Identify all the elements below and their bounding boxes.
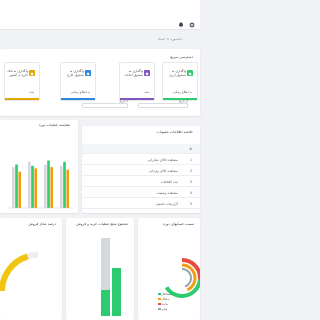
link-icon: ◆ xyxy=(29,70,35,76)
quick-item[interactable]: ◆ واگذاری به صندوق امانات ثبت xyxy=(119,62,155,101)
quick-item[interactable]: ◆ واگذاری به صندوق ارزی به اطلاع رسانی xyxy=(162,62,198,101)
link-icon: ◆ xyxy=(85,70,91,76)
quick-access-title: دسترسی سریع xyxy=(170,55,193,59)
list-item[interactable]: 4 مشاهده وضعیت xyxy=(82,188,200,198)
donut-card: نسبت حسابهای دوره بستانکار بدهکار مانده … xyxy=(138,218,200,320)
list-item[interactable]: 2 مشاهده کالای وارداتی xyxy=(82,166,200,176)
chart-bar xyxy=(44,164,47,208)
breadcrumb[interactable]: داشبورد > اسناد xyxy=(158,37,182,41)
quick-item[interactable]: ◆ واگذاری به صندوق خارج به اطلاع رسانی xyxy=(60,62,96,101)
list-item[interactable]: 1 مشاهده کالای صادراتی xyxy=(82,155,200,165)
report-list-card: خلاصه اطلاعات مصوبات # 1 مشاهده کالای صا… xyxy=(82,126,200,213)
legend-item: بدهکار xyxy=(158,297,170,301)
chart-bar xyxy=(31,165,34,208)
legend-item: سایر xyxy=(158,307,167,311)
list-header: # xyxy=(82,144,200,154)
list-item[interactable]: 3 ثبت اطلاعات xyxy=(82,177,200,187)
top-bar xyxy=(0,0,200,30)
legend-item: بستانکار xyxy=(158,292,172,296)
link-icon: ◆ xyxy=(144,70,150,76)
chart-bar xyxy=(47,160,50,208)
bell-icon[interactable] xyxy=(178,22,184,28)
chart-bar xyxy=(63,161,66,208)
settings-icon[interactable] xyxy=(189,22,195,28)
chart-bar xyxy=(34,168,37,208)
chart-bar xyxy=(15,164,18,208)
chart-bar xyxy=(66,169,69,208)
bar-green xyxy=(112,268,121,316)
chart-bar xyxy=(28,161,31,208)
gauge-card: درصد مجاز فروش xyxy=(0,218,62,320)
chart-bar xyxy=(60,165,63,208)
from-date-input[interactable] xyxy=(138,103,188,108)
chart-bar xyxy=(50,167,53,208)
comparison-chart xyxy=(8,160,74,209)
list-item[interactable]: 5 گزارشات تکمیلی xyxy=(82,199,200,209)
chart-bar xyxy=(18,171,21,208)
chart-bar xyxy=(12,167,15,208)
donut-chart xyxy=(162,258,200,298)
legend-item: مانده xyxy=(158,302,168,306)
quick-item[interactable]: ◆ واگذاری به بانک خارج از کشور ثبت xyxy=(4,62,40,101)
bar-green xyxy=(101,290,110,316)
link-icon: ◆ xyxy=(187,70,193,76)
gauge-chart xyxy=(0,252,39,292)
comparison-chart-card: مقایسه عملیات دوره xyxy=(0,120,78,213)
to-date-input[interactable] xyxy=(82,103,128,108)
gauge-fill xyxy=(0,252,39,292)
sum-chart xyxy=(101,238,121,316)
sum-chart-card: مجموع مبلغ عملیات خرید و فروش xyxy=(66,218,134,320)
report-list-title: خلاصه اطلاعات مصوبات xyxy=(156,130,193,134)
